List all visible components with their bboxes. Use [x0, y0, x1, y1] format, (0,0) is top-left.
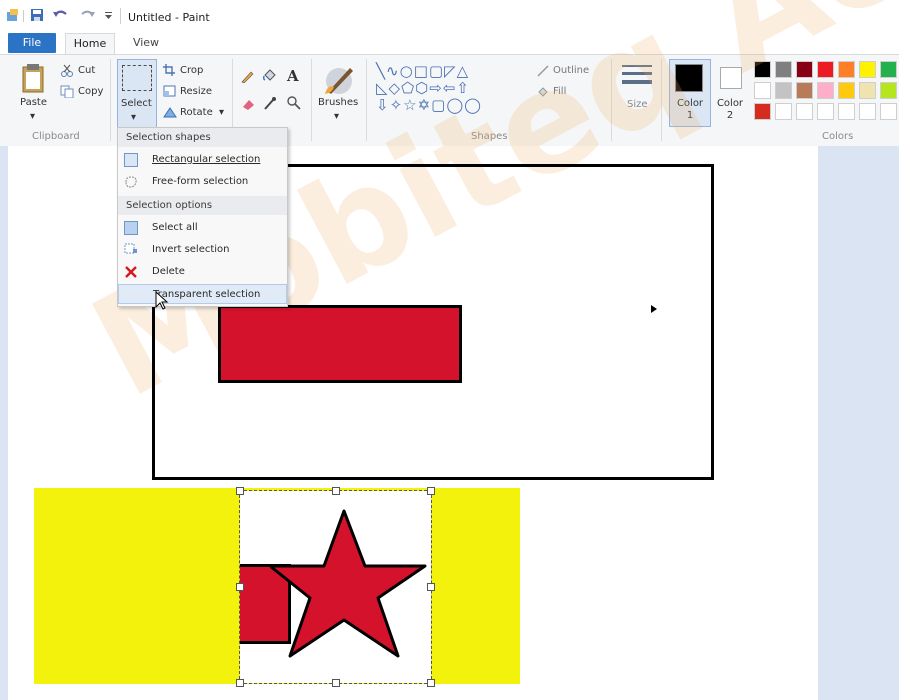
menu-item-select-all[interactable]: Select all — [118, 218, 287, 238]
divider — [311, 59, 312, 141]
resize-button[interactable]: Resize — [180, 86, 212, 97]
paste-icon[interactable] — [21, 63, 45, 93]
rotate-button[interactable]: Rotate — [180, 107, 213, 118]
invert-selection-icon — [124, 243, 137, 254]
tab-home[interactable]: Home — [65, 33, 115, 54]
selection-handle[interactable] — [236, 487, 244, 495]
cursor-marker-icon — [651, 305, 657, 313]
clipboard-group-label: Clipboard — [32, 131, 80, 142]
menu-item-label: Select all — [152, 222, 198, 233]
menu-item-label: Free-form selection — [152, 176, 249, 187]
menu-item-delete[interactable]: Delete — [118, 262, 287, 282]
menu-header-selection-shapes: Selection shapes — [118, 128, 287, 147]
palette-swatch[interactable] — [754, 103, 771, 120]
color-picker-icon[interactable] — [263, 96, 277, 110]
red-rectangle[interactable] — [218, 305, 462, 383]
palette-swatch[interactable] — [796, 82, 813, 99]
cut-icon[interactable] — [60, 64, 74, 77]
palette-swatch[interactable] — [859, 61, 876, 78]
crop-icon[interactable] — [163, 64, 175, 76]
selection-handle[interactable] — [332, 487, 340, 495]
magnifier-icon[interactable] — [287, 96, 301, 110]
menu-item-invert-selection[interactable]: Invert selection — [118, 240, 287, 260]
save-icon[interactable] — [30, 8, 44, 22]
resize-icon[interactable] — [163, 85, 176, 97]
freeform-selection-icon — [125, 176, 137, 188]
palette-swatch[interactable] — [838, 103, 855, 120]
select-dropdown-icon[interactable]: ▾ — [131, 112, 136, 123]
brushes-button[interactable]: Brushes — [318, 97, 358, 108]
rotate-icon[interactable] — [163, 106, 177, 118]
palette-swatch[interactable] — [838, 82, 855, 99]
palette-swatch[interactable] — [859, 82, 876, 99]
tab-file[interactable]: File — [8, 33, 56, 53]
tab-view[interactable]: View — [125, 33, 167, 53]
menu-item-transparent-selection[interactable]: Transparent selection — [118, 284, 287, 304]
mouse-cursor-icon — [155, 291, 169, 310]
window-title: Untitled - Paint — [128, 11, 210, 24]
rotate-dropdown-icon[interactable]: ▾ — [219, 107, 224, 118]
crop-button[interactable]: Crop — [180, 65, 203, 76]
selection-handle[interactable] — [236, 583, 244, 591]
palette-swatch[interactable] — [859, 103, 876, 120]
palette-swatch[interactable] — [880, 61, 897, 78]
selection-handle[interactable] — [236, 679, 244, 687]
select-icon[interactable] — [122, 65, 152, 91]
copy-icon[interactable] — [60, 85, 74, 98]
cut-button[interactable]: Cut — [78, 65, 95, 76]
eraser-icon[interactable] — [241, 97, 255, 111]
menu-item-rectangular-selection[interactable]: Rectangular selection — [118, 150, 287, 170]
selection-handle[interactable] — [427, 487, 435, 495]
palette-swatch[interactable] — [880, 103, 897, 120]
redo-icon[interactable] — [80, 8, 96, 22]
selection-handle[interactable] — [427, 679, 435, 687]
selection-handle[interactable] — [332, 679, 340, 687]
rectangular-selection-icon — [124, 153, 138, 167]
customize-toolbar-icon[interactable] — [104, 12, 113, 20]
text-tool-icon[interactable]: A — [287, 67, 299, 85]
pencil-icon[interactable] — [241, 69, 255, 83]
palette-swatch[interactable] — [880, 82, 897, 99]
menu-item-label: Invert selection — [152, 244, 230, 255]
select-button[interactable]: Select — [121, 98, 152, 109]
menu-header-selection-options: Selection options — [118, 196, 287, 215]
select-dropdown-menu: Selection shapes Rectangular selection F… — [117, 127, 288, 307]
select-all-icon — [124, 221, 138, 235]
brushes-dropdown-icon[interactable]: ▾ — [334, 111, 339, 122]
menu-item-label: Transparent selection — [153, 289, 261, 300]
paste-button[interactable]: Paste — [20, 97, 47, 108]
selection-marquee[interactable] — [239, 490, 432, 684]
paste-dropdown-icon[interactable]: ▾ — [30, 111, 35, 122]
palette-swatch[interactable] — [775, 103, 792, 120]
copy-button[interactable]: Copy — [78, 86, 103, 97]
palette-swatch[interactable] — [817, 82, 834, 99]
brushes-icon[interactable] — [322, 62, 356, 96]
fill-bucket-icon[interactable] — [262, 68, 276, 82]
divider — [110, 59, 111, 141]
menu-item-label: Delete — [152, 266, 185, 277]
delete-icon — [125, 266, 137, 278]
menu-item-freeform-selection[interactable]: Free-form selection — [118, 172, 287, 192]
colors-group-label: Colors — [822, 131, 854, 142]
palette-swatch[interactable] — [796, 103, 813, 120]
selection-handle[interactable] — [427, 583, 435, 591]
palette-swatch[interactable] — [838, 61, 855, 78]
undo-icon[interactable] — [52, 8, 68, 22]
divider — [120, 8, 121, 24]
palette-swatch[interactable] — [817, 103, 834, 120]
divider — [23, 10, 24, 22]
paint-app-icon — [7, 9, 18, 21]
menu-item-label: Rectangular selection — [152, 154, 261, 165]
